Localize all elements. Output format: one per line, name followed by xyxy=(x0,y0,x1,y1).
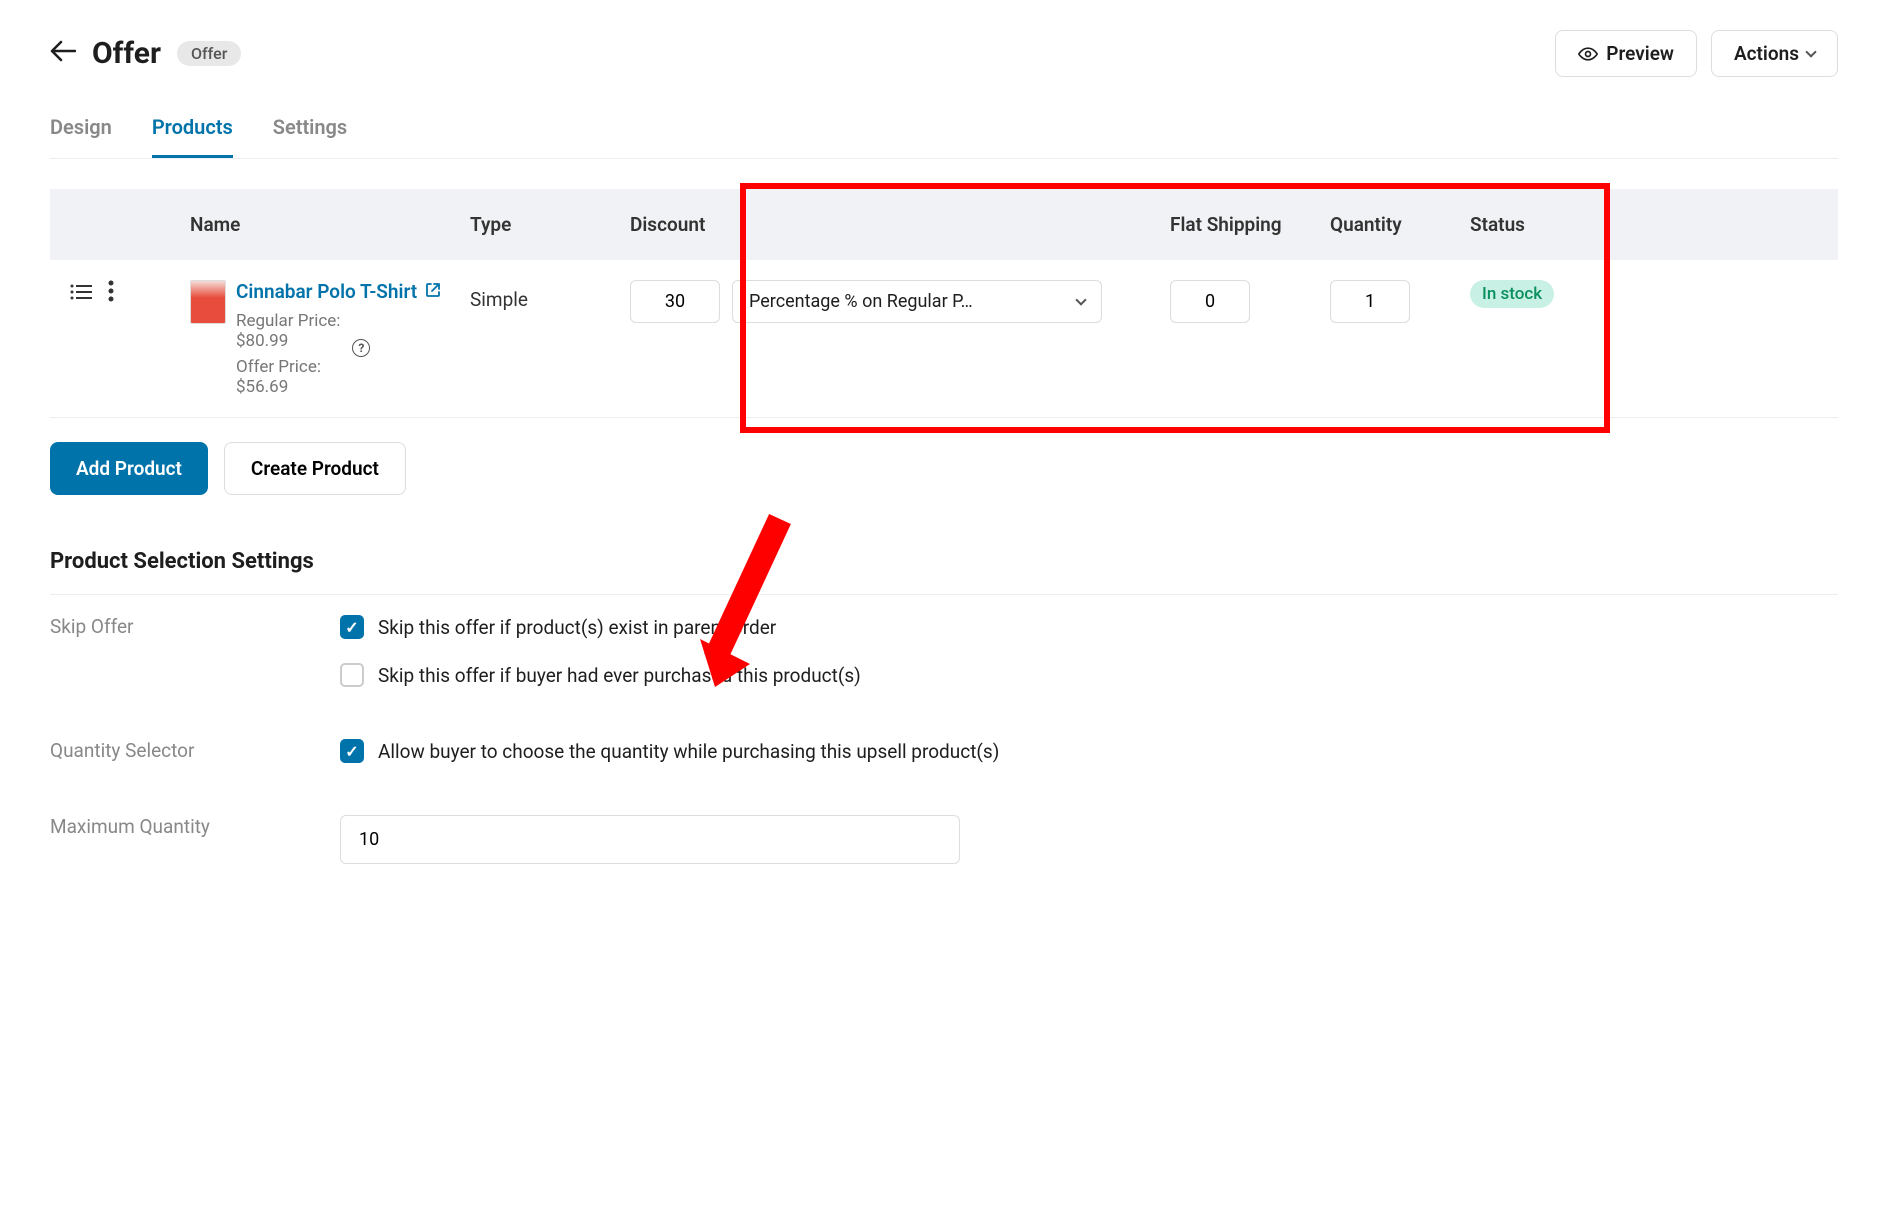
quantity-input[interactable] xyxy=(1330,280,1410,323)
chevron-down-icon xyxy=(1075,294,1086,305)
eye-icon xyxy=(1578,44,1598,64)
quantity-selector-row: Quantity Selector Allow buyer to choose … xyxy=(50,739,1838,787)
preview-button-label: Preview xyxy=(1606,42,1674,65)
max-quantity-input[interactable] xyxy=(340,815,960,864)
flat-shipping-input[interactable] xyxy=(1170,280,1250,323)
skip-offer-label: Skip Offer xyxy=(50,615,340,711)
back-arrow-icon[interactable] xyxy=(50,39,76,69)
create-product-button[interactable]: Create Product xyxy=(224,442,406,495)
tab-design[interactable]: Design xyxy=(50,107,112,158)
quantity-selector-label: Quantity Selector xyxy=(50,739,340,787)
col-header-discount: Discount xyxy=(630,213,1170,236)
page-title: Offer xyxy=(92,36,161,71)
preview-button[interactable]: Preview xyxy=(1555,30,1697,77)
quantity-selector-checkbox[interactable] xyxy=(340,739,364,763)
table-row: Cinnabar Polo T-Shirt Regular Price: $80… xyxy=(50,260,1838,418)
drag-handle-icon[interactable] xyxy=(70,282,92,307)
chevron-down-icon xyxy=(1805,46,1816,57)
header-actions: Preview Actions xyxy=(1555,30,1838,77)
regular-price: $80.99 xyxy=(236,331,340,351)
add-product-button[interactable]: Add Product xyxy=(50,442,208,495)
products-table: Name Type Discount Flat Shipping Quantit… xyxy=(50,189,1838,418)
tab-products[interactable]: Products xyxy=(152,107,233,158)
col-header-shipping: Flat Shipping xyxy=(1170,213,1310,236)
skip-offer-purchased-checkbox[interactable] xyxy=(340,663,364,687)
product-type: Simple xyxy=(470,280,630,311)
product-thumbnail xyxy=(190,280,226,324)
offer-price-label: Offer Price: xyxy=(236,357,340,377)
skip-offer-parent-label: Skip this offer if product(s) exist in p… xyxy=(378,616,776,639)
col-header-quantity: Quantity xyxy=(1310,213,1470,236)
tab-settings[interactable]: Settings xyxy=(273,107,347,158)
help-icon[interactable]: ? xyxy=(352,339,370,357)
quantity-selector-option-label: Allow buyer to choose the quantity while… xyxy=(378,740,999,763)
max-quantity-row: Maximum Quantity xyxy=(50,815,1838,864)
actions-button[interactable]: Actions xyxy=(1711,30,1838,77)
discount-value-input[interactable] xyxy=(630,280,720,323)
offer-price: $56.69 xyxy=(236,377,340,397)
external-link-icon[interactable] xyxy=(425,282,441,302)
skip-offer-row: Skip Offer Skip this offer if product(s)… xyxy=(50,615,1838,711)
discount-type-label: Percentage % on Regular P… xyxy=(749,291,973,312)
actions-button-label: Actions xyxy=(1734,42,1799,65)
status-badge: In stock xyxy=(1470,280,1554,308)
header-left: Offer Offer xyxy=(50,36,241,71)
settings-section-title: Product Selection Settings xyxy=(50,549,1838,595)
skip-offer-purchased-label: Skip this offer if buyer had ever purcha… xyxy=(378,664,861,687)
discount-type-select[interactable]: Percentage % on Regular P… xyxy=(732,280,1102,323)
col-header-name: Name xyxy=(150,213,470,236)
row-menu-icon[interactable] xyxy=(108,280,114,308)
product-actions: Add Product Create Product xyxy=(50,418,1838,519)
page-type-badge: Offer xyxy=(177,41,241,66)
skip-offer-parent-checkbox[interactable] xyxy=(340,615,364,639)
max-quantity-label: Maximum Quantity xyxy=(50,815,340,864)
table-header-row: Name Type Discount Flat Shipping Quantit… xyxy=(50,189,1838,260)
col-header-status: Status xyxy=(1470,213,1630,236)
col-header-type: Type xyxy=(470,213,630,236)
page-header: Offer Offer Preview Actions xyxy=(50,30,1838,77)
product-link[interactable]: Cinnabar Polo T-Shirt xyxy=(236,280,417,303)
regular-price-label: Regular Price: xyxy=(236,311,340,331)
tabs-nav: Design Products Settings xyxy=(50,107,1838,159)
